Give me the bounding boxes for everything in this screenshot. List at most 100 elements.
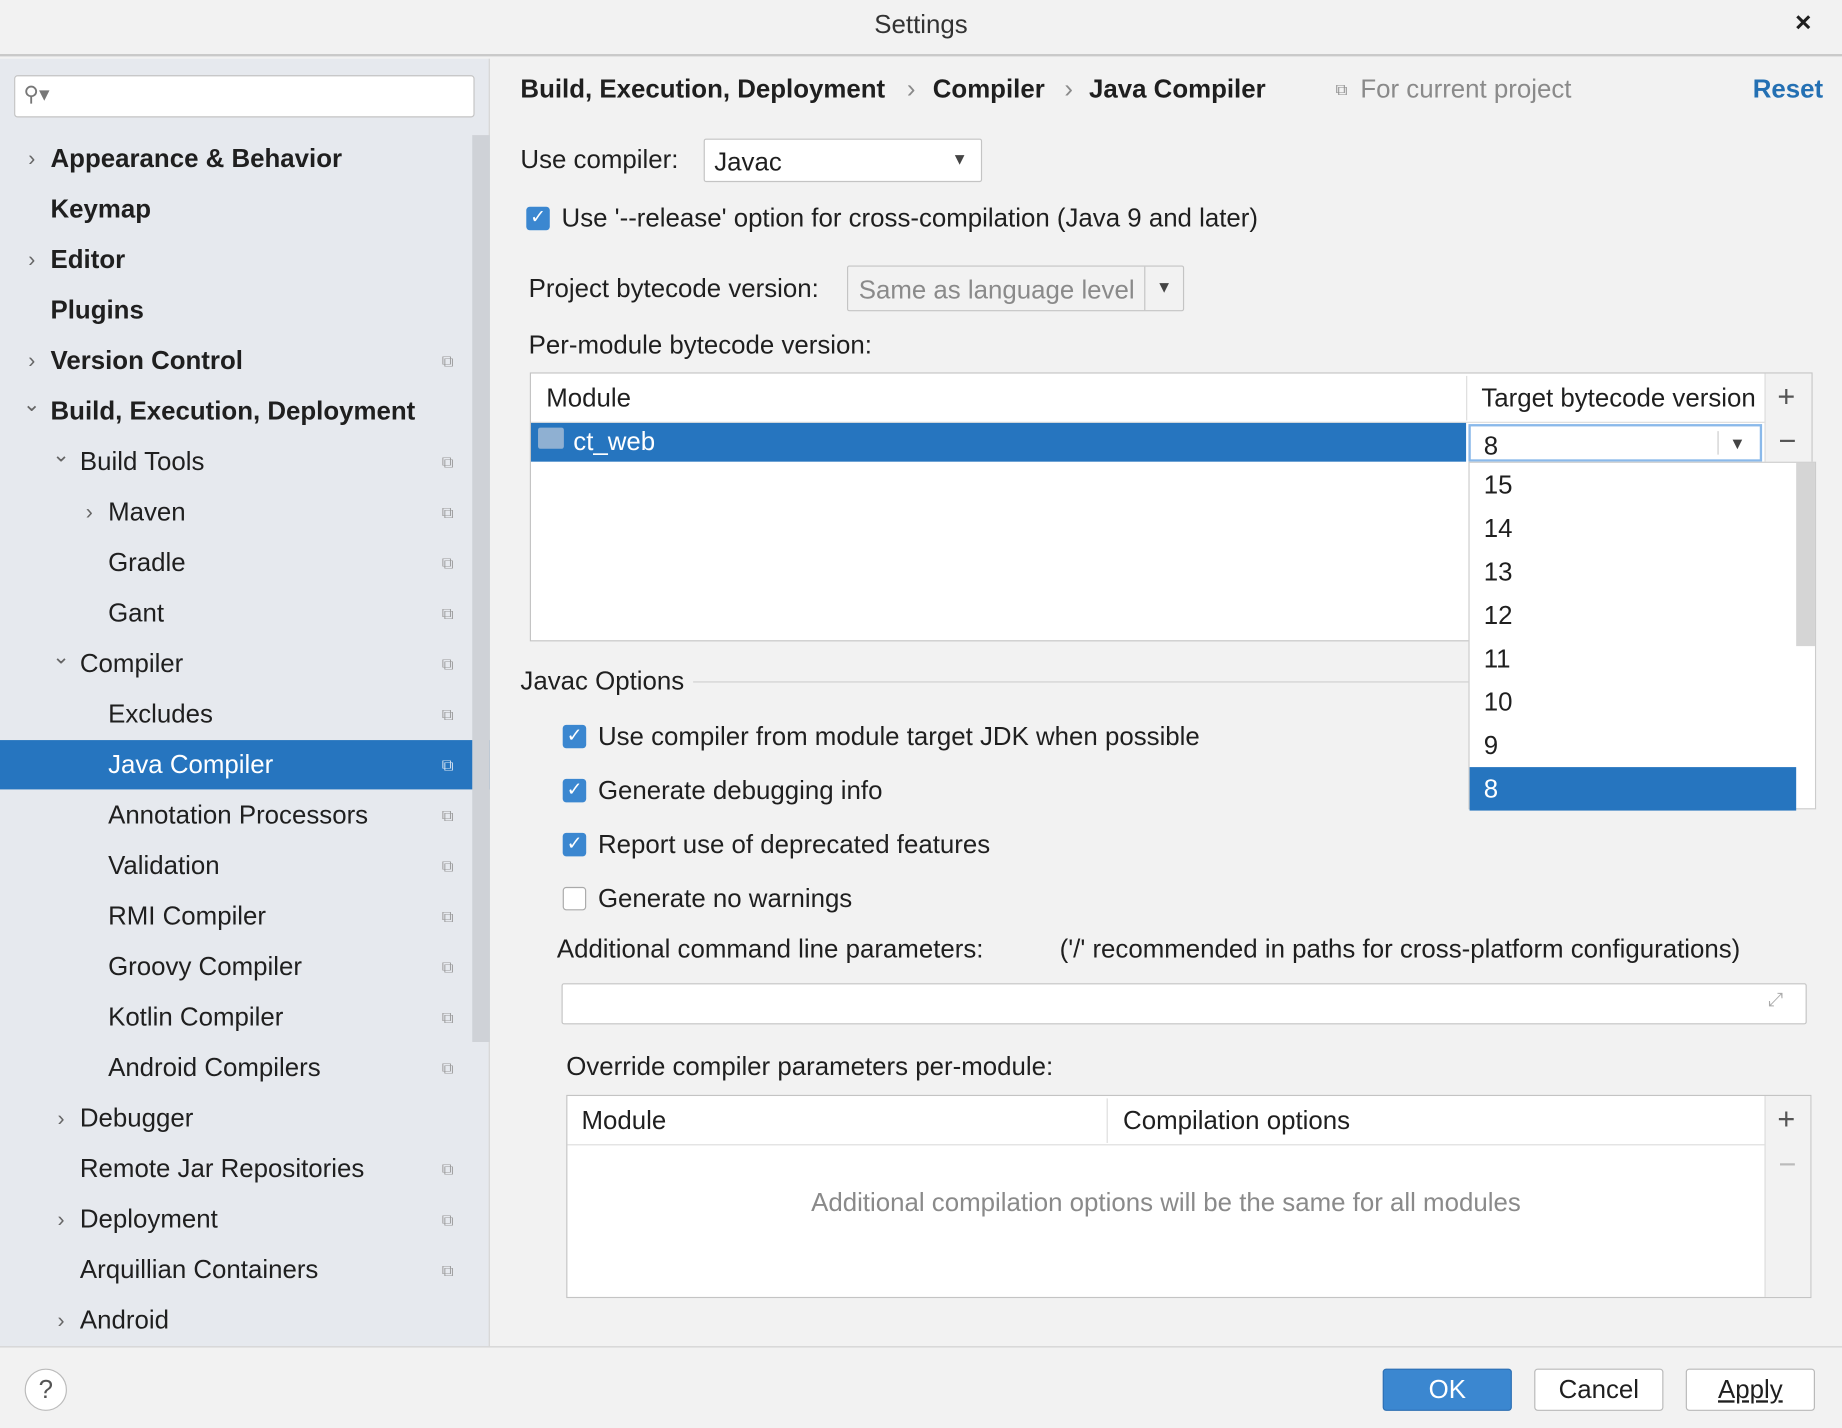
window-title: Settings — [874, 9, 968, 39]
sidebar-item-maven[interactable]: › Maven ⧉ — [0, 488, 472, 537]
sidebar-item-rmi-compiler[interactable]: RMI Compiler ⧉ — [0, 892, 472, 941]
use-compiler-label: Use compiler: — [520, 144, 679, 174]
chevron-right-icon[interactable]: › — [22, 235, 41, 284]
reset-link[interactable]: Reset — [1753, 74, 1823, 105]
project-scope-icon: ⧉ — [441, 351, 454, 371]
option-checkbox[interactable] — [562, 886, 587, 911]
project-scope-icon: ⧉ — [441, 502, 454, 522]
sidebar-item-label: Debugger — [79, 1103, 194, 1133]
chevron-right-icon[interactable]: › — [22, 134, 41, 183]
project-scope-icon: ⧉ — [441, 906, 454, 926]
sidebar-item-label: Groovy Compiler — [108, 951, 302, 981]
sidebar-item-java-compiler[interactable]: Java Compiler ⧉ — [0, 740, 490, 790]
apply-button[interactable]: Apply — [1685, 1368, 1815, 1411]
sidebar-item-build-execution-deployment[interactable]: ⌄ Build, Execution, Deployment — [0, 386, 472, 435]
sidebar-item-gant[interactable]: Gant ⧉ — [0, 589, 472, 638]
column-module[interactable]: Module — [546, 383, 631, 414]
dropdown-option[interactable]: 11 — [1470, 637, 1797, 680]
sidebar-item-label: Kotlin Compiler — [108, 1002, 284, 1032]
project-bytecode-label: Project bytecode version: — [528, 273, 819, 304]
sidebar-item-plugins[interactable]: Plugins — [0, 285, 472, 334]
sidebar-item-deployment[interactable]: › Deployment ⧉ — [0, 1195, 472, 1244]
remove-icon[interactable]: − — [1779, 423, 1797, 459]
close-icon[interactable]: × — [1795, 7, 1811, 40]
sidebar-item-debugger[interactable]: › Debugger — [0, 1094, 472, 1143]
compiler-select[interactable]: Javac ▼ — [703, 138, 983, 183]
target-version-value: 8 — [1483, 431, 1499, 461]
project-scope-icon: ⧉ — [441, 957, 454, 977]
project-scope-icon: ⧉ — [441, 603, 454, 623]
column-module[interactable]: Module — [581, 1105, 666, 1136]
project-scope-icon: ⧉ — [441, 1058, 454, 1078]
chevron-right-icon[interactable]: › — [52, 1195, 71, 1244]
sidebar-item-kotlin-compiler[interactable]: Kotlin Compiler ⧉ — [0, 993, 472, 1042]
sidebar-item-version-control[interactable]: › Version Control ⧉ — [0, 336, 472, 385]
sidebar-item-arquillian-containers[interactable]: Arquillian Containers ⧉ — [0, 1245, 472, 1294]
sidebar-item-label: Appearance & Behavior — [50, 143, 343, 173]
sidebar-item-remote-jar-repositories[interactable]: Remote Jar Repositories ⧉ — [0, 1144, 472, 1193]
column-compilation-options[interactable]: Compilation options — [1123, 1105, 1350, 1136]
sidebar-item-label: Annotation Processors — [108, 799, 369, 830]
expand-icon[interactable]: ⤢ — [1768, 990, 1783, 1011]
dropdown-option[interactable]: 15 — [1470, 463, 1797, 506]
chevron-down-icon: ▼ — [1155, 277, 1173, 297]
cmdline-input[interactable]: ⤢ — [561, 983, 1807, 1025]
project-scope-icon: ⧉ — [441, 1159, 454, 1179]
sidebar-item-android-compilers[interactable]: Android Compilers ⧉ — [0, 1043, 472, 1092]
sidebar-item-groovy-compiler[interactable]: Groovy Compiler ⧉ — [0, 942, 472, 991]
chevron-right-icon[interactable]: › — [22, 336, 41, 385]
sidebar-item-build-tools[interactable]: ⌄ Build Tools ⧉ — [0, 437, 472, 486]
project-bytecode-select[interactable]: Same as language level ▼ — [846, 265, 1185, 312]
dialog-footer: ? OK Cancel Apply — [0, 1346, 1842, 1428]
sidebar-item-validation[interactable]: Validation ⧉ — [0, 841, 472, 890]
add-icon[interactable]: + — [1777, 378, 1795, 414]
help-button[interactable]: ? — [24, 1368, 67, 1411]
add-icon[interactable]: + — [1777, 1101, 1795, 1137]
sidebar-item-annotation-processors[interactable]: Annotation Processors ⧉ — [0, 791, 472, 840]
sidebar-item-appearance-behavior[interactable]: › Appearance & Behavior — [0, 134, 472, 183]
dropdown-scrollbar[interactable] — [1796, 462, 1815, 647]
dropdown-option[interactable]: 12 — [1470, 593, 1797, 636]
sidebar-item-label: Plugins — [50, 294, 144, 325]
dropdown-option[interactable]: 8 — [1469, 767, 1797, 811]
project-scope-icon: ⧉ — [441, 553, 454, 573]
option-checkbox[interactable]: ✓ — [562, 724, 587, 749]
target-version-select[interactable]: 8 ▼ — [1468, 424, 1763, 462]
search-icon: ⚲▾ — [23, 82, 50, 106]
sidebar-item-android[interactable]: › Android — [0, 1296, 472, 1345]
search-input[interactable]: ⚲▾ — [14, 75, 475, 118]
chevron-down-icon[interactable]: ⌄ — [22, 379, 41, 428]
sidebar-item-label: Editor — [50, 244, 126, 274]
dropdown-option[interactable]: 13 — [1470, 550, 1797, 593]
dropdown-option[interactable]: 9 — [1470, 724, 1797, 767]
sidebar-item-excludes[interactable]: Excludes ⧉ — [0, 690, 472, 739]
dropdown-option[interactable]: 10 — [1470, 680, 1797, 723]
ok-button[interactable]: OK — [1382, 1368, 1512, 1411]
chevron-down-icon[interactable]: ⌄ — [52, 430, 71, 479]
sidebar-scrollbar[interactable] — [472, 135, 490, 1042]
option-checkbox[interactable]: ✓ — [562, 778, 587, 803]
chevron-right-icon[interactable]: › — [52, 1094, 71, 1143]
remove-icon: − — [1778, 1146, 1797, 1182]
chevron-right-icon[interactable]: › — [52, 1296, 71, 1345]
chevron-right-icon[interactable]: › — [80, 488, 99, 537]
project-scope-icon: ⧉ — [441, 755, 454, 775]
cmdline-label: Additional command line parameters: — [556, 933, 984, 964]
override-label: Override compiler parameters per-module: — [566, 1051, 1054, 1081]
breadcrumb-1[interactable]: Build, Execution, Deployment — [520, 74, 885, 105]
sidebar-item-compiler[interactable]: ⌄ Compiler ⧉ — [0, 639, 472, 688]
sidebar-item-editor[interactable]: › Editor — [0, 235, 472, 284]
sidebar-item-keymap[interactable]: Keymap — [0, 184, 472, 233]
table-row[interactable] — [530, 422, 1467, 462]
module-name: ct_web — [573, 426, 656, 456]
dropdown-option[interactable]: 14 — [1470, 506, 1797, 549]
option-checkbox[interactable]: ✓ — [562, 832, 587, 857]
column-target[interactable]: Target bytecode version — [1481, 383, 1755, 414]
compiler-value: Javac — [714, 146, 782, 177]
cancel-button[interactable]: Cancel — [1534, 1368, 1664, 1411]
option-label: Use compiler from module target JDK when… — [597, 721, 1200, 751]
breadcrumb-2[interactable]: Compiler — [933, 74, 1045, 105]
sidebar-item-gradle[interactable]: Gradle ⧉ — [0, 538, 472, 587]
chevron-down-icon[interactable]: ⌄ — [52, 632, 71, 681]
release-checkbox[interactable]: ✓ — [526, 206, 550, 231]
